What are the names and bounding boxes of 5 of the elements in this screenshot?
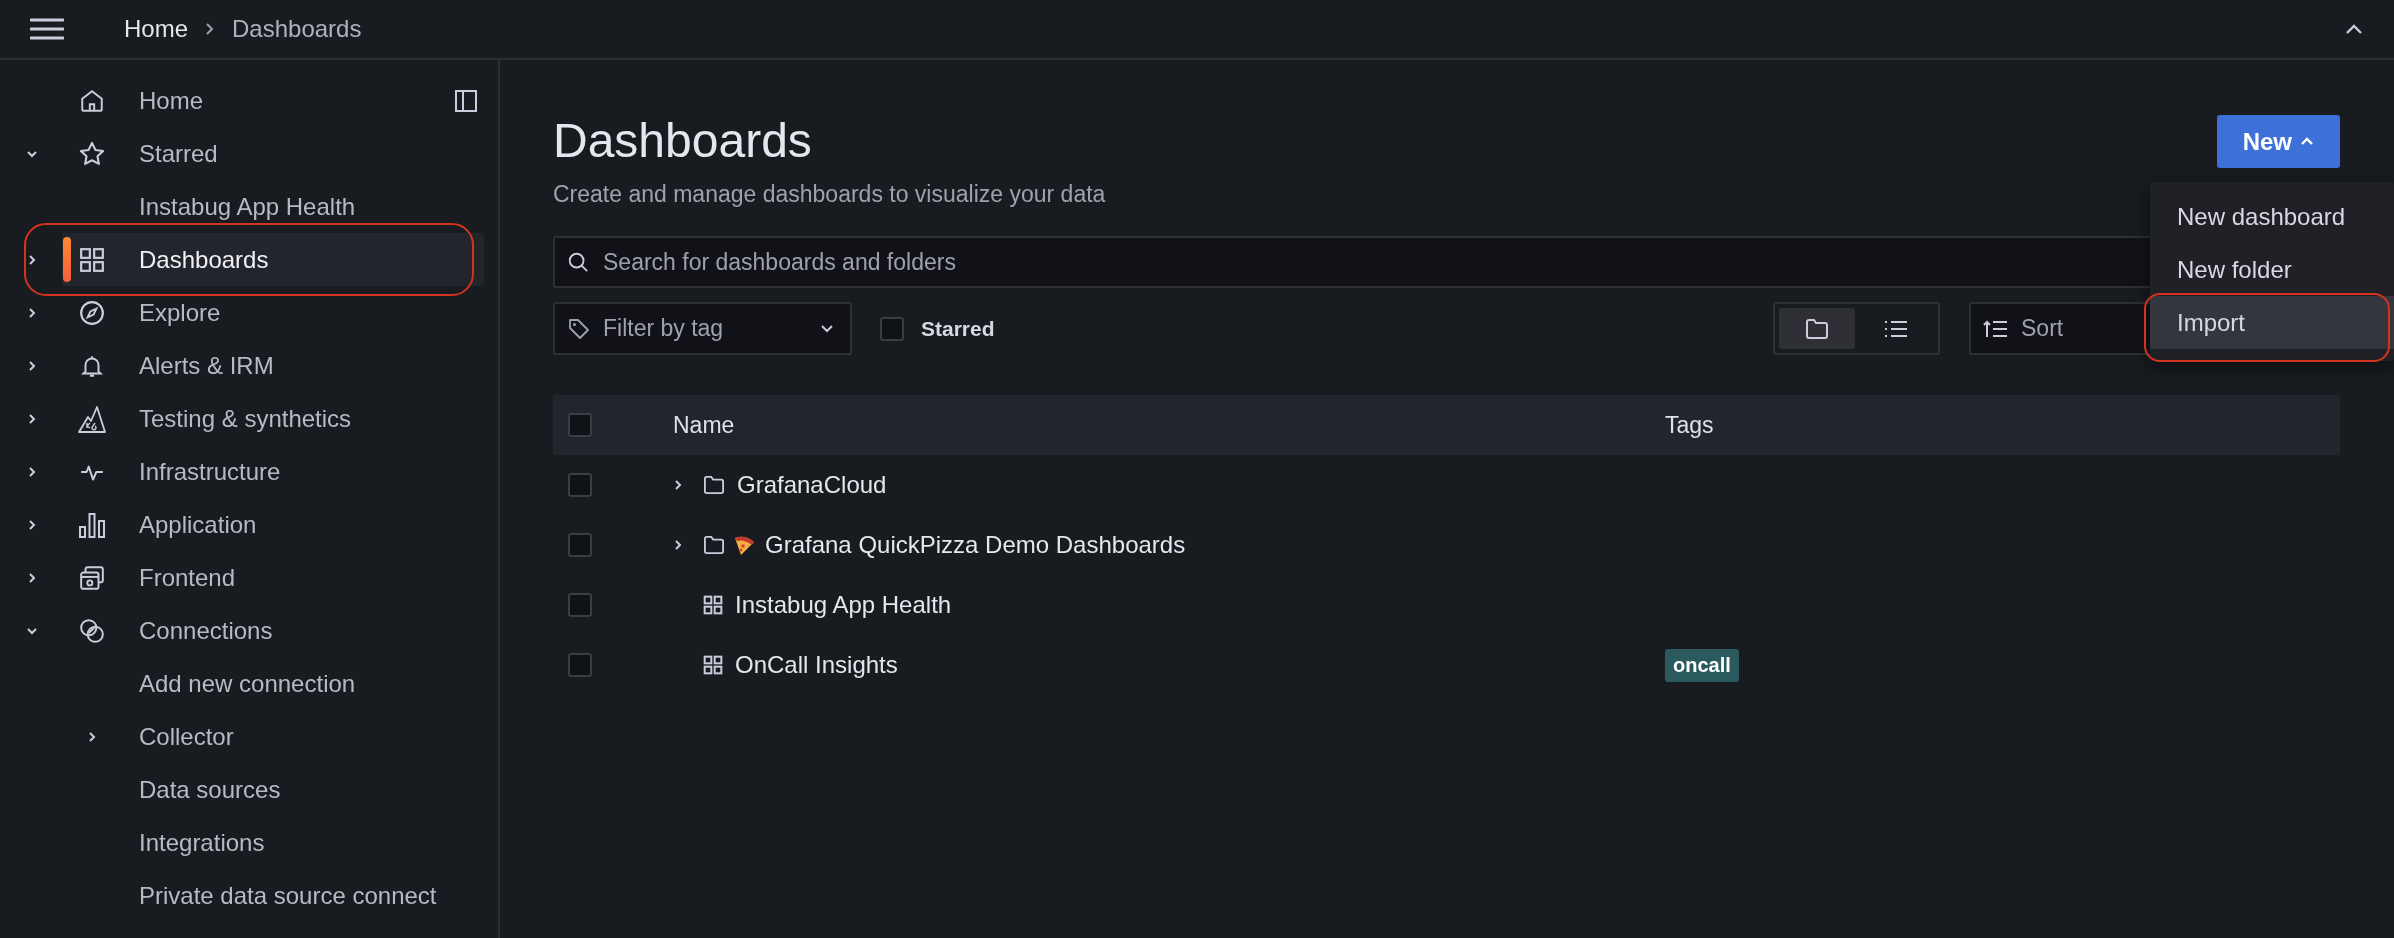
column-header: Tags — [1665, 411, 1714, 439]
page-title: Dashboards — [553, 115, 813, 167]
column-header: Name — [673, 411, 735, 439]
page-subtitle: Create and manage dashboards to visualize your data — [553, 181, 1106, 208]
starred-label: Starred — [921, 316, 995, 341]
